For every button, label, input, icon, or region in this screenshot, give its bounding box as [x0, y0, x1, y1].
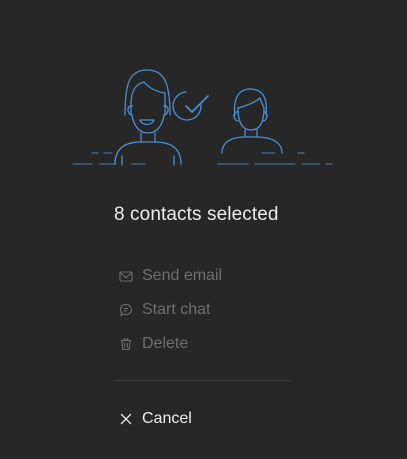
send-email-label: Send email	[142, 267, 223, 284]
send-email-button[interactable]: Send email	[114, 259, 314, 293]
delete-label: Delete	[142, 335, 189, 352]
start-chat-button[interactable]: Start chat	[114, 293, 314, 327]
ground-lines	[72, 152, 333, 165]
delete-button[interactable]: Delete	[114, 327, 314, 361]
check-badge-icon	[172, 91, 209, 121]
start-chat-label: Start chat	[142, 301, 211, 318]
trash-icon	[119, 337, 133, 351]
divider	[114, 380, 290, 381]
cancel-label: Cancel	[142, 410, 192, 427]
selection-title: 8 contacts selected	[114, 204, 279, 225]
action-list: Send email Start chat Delete	[114, 259, 314, 361]
selection-panel: 8 contacts selected Send email Start cha…	[0, 0, 407, 459]
chat-bubble-icon	[119, 303, 133, 317]
envelope-icon	[119, 269, 133, 283]
contacts-selected-illustration	[72, 69, 333, 166]
woman-figure	[114, 69, 182, 166]
cancel-button[interactable]: Cancel	[114, 402, 192, 436]
man-figure	[221, 88, 283, 154]
close-icon	[119, 412, 133, 426]
